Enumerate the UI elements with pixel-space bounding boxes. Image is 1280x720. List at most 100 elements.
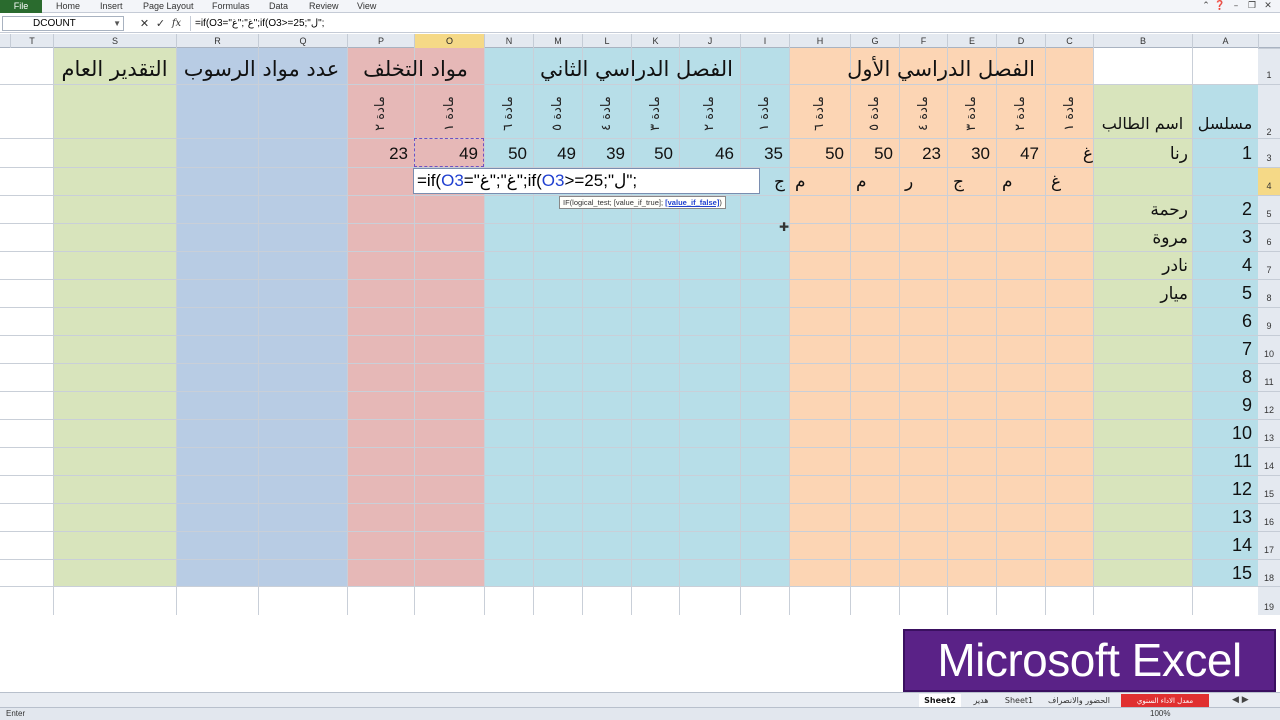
row-header-15[interactable]: 15 <box>1258 475 1280 503</box>
file-tab[interactable]: File <box>0 0 42 13</box>
row-header-12[interactable]: 12 <box>1258 391 1280 419</box>
cell-editor[interactable]: =if(O3="غ";"غ";if(O3>=25;"ل"; <box>413 168 760 194</box>
cell-f3[interactable]: 23 <box>899 144 947 164</box>
tab-view[interactable]: View <box>357 0 376 13</box>
student-serial[interactable]: 6 <box>1192 311 1258 332</box>
cell-g4[interactable]: م <box>850 172 899 192</box>
cell-n3[interactable]: 50 <box>484 144 533 164</box>
cell-c3[interactable]: غ <box>1045 144 1093 164</box>
student-name[interactable]: ميار <box>1093 284 1192 304</box>
row-header-1[interactable]: 1 <box>1258 48 1280 84</box>
cell-b3[interactable]: رنا <box>1093 144 1192 164</box>
cell-i3[interactable]: 35 <box>740 144 789 164</box>
cell-d4[interactable]: م <box>996 172 1045 192</box>
row-header-4[interactable]: 4 <box>1258 167 1280 195</box>
row-header-10[interactable]: 10 <box>1258 335 1280 363</box>
sheet-tab-annual-performance[interactable]: معدل الاداء السنوي <box>1121 694 1209 708</box>
cell-h4[interactable]: م <box>789 172 850 192</box>
row-header-11[interactable]: 11 <box>1258 363 1280 391</box>
tab-page-layout[interactable]: Page Layout <box>143 0 194 13</box>
student-serial[interactable]: 15 <box>1192 563 1258 584</box>
student-name[interactable]: مروة <box>1093 228 1192 248</box>
row-header-3[interactable]: 3 <box>1258 138 1280 167</box>
row-header-13[interactable]: 13 <box>1258 419 1280 447</box>
column-header-n[interactable]: N <box>484 34 533 48</box>
formula-input[interactable]: =if(O3="غ";"غ";if(O3>=25;"ل"; <box>190 16 1275 31</box>
row-header-8[interactable]: 8 <box>1258 279 1280 307</box>
cancel-icon[interactable]: ✕ <box>138 17 151 30</box>
minimize-icon[interactable]: – <box>1230 0 1242 12</box>
cell-e3[interactable]: 30 <box>947 144 996 164</box>
cell-d3[interactable]: 47 <box>996 144 1045 164</box>
tab-insert[interactable]: Insert <box>100 0 123 13</box>
student-serial[interactable]: 12 <box>1192 479 1258 500</box>
tab-review[interactable]: Review <box>309 0 339 13</box>
cell-m3[interactable]: 49 <box>533 144 582 164</box>
minimize-ribbon-icon[interactable]: ⌃ <box>1200 0 1212 12</box>
scroll-tabs-icon[interactable]: ◀ ▶ <box>1232 695 1249 705</box>
cell-a3[interactable]: 1 <box>1192 143 1258 164</box>
column-header-g[interactable]: G <box>850 34 899 48</box>
tab-formulas[interactable]: Formulas <box>212 0 250 13</box>
row-header-18[interactable]: 18 <box>1258 559 1280 586</box>
row-header-19[interactable]: 19 <box>1258 586 1280 615</box>
student-serial[interactable]: 2 <box>1192 199 1258 220</box>
column-header-r[interactable]: R <box>176 34 258 48</box>
student-serial[interactable]: 11 <box>1192 451 1258 472</box>
close-icon[interactable]: ✕ <box>1262 0 1274 12</box>
column-header-a[interactable]: A <box>1192 34 1258 48</box>
column-header-l[interactable]: L <box>582 34 631 48</box>
chevron-down-icon[interactable]: ▼ <box>113 17 121 30</box>
cell-f4[interactable]: ر <box>899 172 947 192</box>
column-header-c[interactable]: C <box>1045 34 1093 48</box>
column-header-b[interactable]: B <box>1093 34 1192 48</box>
cell-l3[interactable]: 39 <box>582 144 631 164</box>
cell-j3[interactable]: 46 <box>679 144 740 164</box>
column-header-p[interactable]: P <box>347 34 414 48</box>
sheet-tab-sheet1[interactable]: Sheet1 <box>1001 694 1037 708</box>
row-header-5[interactable]: 5 <box>1258 195 1280 223</box>
cell-h3[interactable]: 50 <box>789 144 850 164</box>
column-header-o[interactable]: O <box>414 34 484 48</box>
column-header-k[interactable]: K <box>631 34 679 48</box>
row-header-14[interactable]: 14 <box>1258 447 1280 475</box>
tab-home[interactable]: Home <box>56 0 80 13</box>
cell-c4[interactable]: غ <box>1045 172 1093 192</box>
cell-p3[interactable]: 23 <box>347 144 414 164</box>
select-all-corner[interactable] <box>1258 34 1280 48</box>
row-header-17[interactable]: 17 <box>1258 531 1280 559</box>
column-header-j[interactable]: J <box>679 34 740 48</box>
zoom-level[interactable]: 100% <box>1150 708 1170 720</box>
student-serial[interactable]: 8 <box>1192 367 1258 388</box>
student-serial[interactable]: 13 <box>1192 507 1258 528</box>
student-serial[interactable]: 3 <box>1192 227 1258 248</box>
student-serial[interactable]: 7 <box>1192 339 1258 360</box>
row-header-6[interactable]: 6 <box>1258 223 1280 251</box>
sheet-tab-hadeer[interactable]: هدير <box>963 694 999 708</box>
column-header-m[interactable]: M <box>533 34 582 48</box>
student-serial[interactable]: 5 <box>1192 283 1258 304</box>
row-header-7[interactable]: 7 <box>1258 251 1280 279</box>
cell-e4[interactable]: ج <box>947 172 996 192</box>
column-header-h[interactable]: H <box>789 34 850 48</box>
restore-icon[interactable]: ❐ <box>1246 0 1258 12</box>
column-header-s[interactable]: S <box>53 34 176 48</box>
student-serial[interactable]: 4 <box>1192 255 1258 276</box>
column-header-d[interactable]: D <box>996 34 1045 48</box>
column-header-e[interactable]: E <box>947 34 996 48</box>
row-header-9[interactable]: 9 <box>1258 307 1280 335</box>
sheet-tab-attendance[interactable]: الحضور والانصراف <box>1039 694 1119 708</box>
spreadsheet-grid[interactable]: 1 2 3 4 5 6 7 8 9 10 11 12 13 14 15 16 1… <box>0 48 1280 615</box>
cell-g3[interactable]: 50 <box>850 144 899 164</box>
column-header-q[interactable]: Q <box>258 34 347 48</box>
row-header-16[interactable]: 16 <box>1258 503 1280 531</box>
help-icon[interactable]: ❓ <box>1214 0 1226 12</box>
student-serial[interactable]: 10 <box>1192 423 1258 444</box>
insert-function-icon[interactable]: fx <box>170 17 183 30</box>
enter-icon[interactable]: ✓ <box>154 17 167 30</box>
column-header-t[interactable]: T <box>10 34 53 48</box>
row-header-2[interactable]: 2 <box>1258 84 1280 138</box>
student-name[interactable]: نادر <box>1093 256 1192 276</box>
column-header-f[interactable]: F <box>899 34 947 48</box>
cell-k3[interactable]: 50 <box>631 144 679 164</box>
